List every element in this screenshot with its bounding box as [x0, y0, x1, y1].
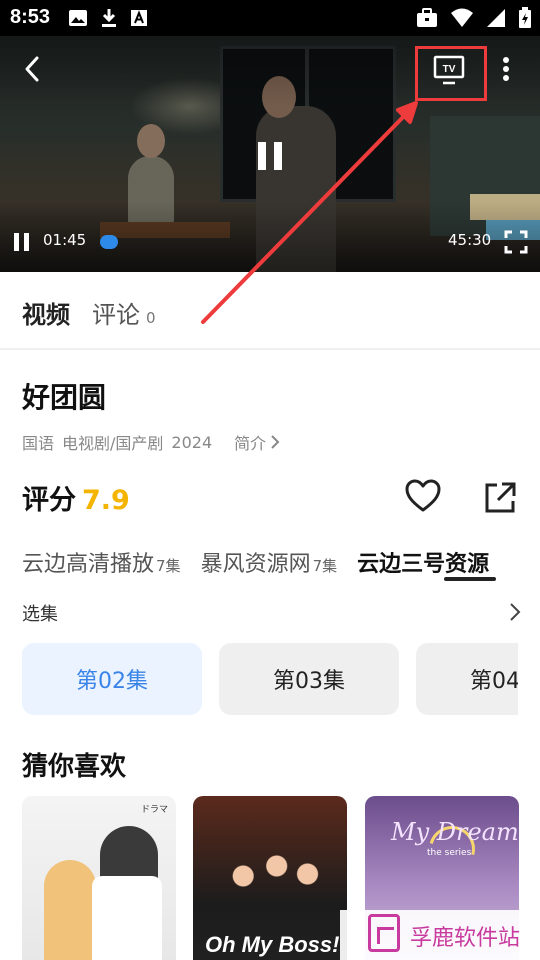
poster-tag: ドラマ: [140, 805, 168, 815]
comment-count: 0: [146, 309, 156, 327]
system-icons: [416, 7, 532, 29]
show-title: 好团圆: [22, 381, 107, 414]
show-year: 2024: [171, 432, 213, 452]
share-button[interactable]: [482, 480, 518, 516]
source-count: 7集: [156, 557, 181, 575]
notification-icons: [68, 8, 148, 28]
source-tab-1[interactable]: 云边高清播放 7集: [22, 546, 181, 578]
pause-icon: [258, 142, 282, 170]
poster-caption: Oh My Boss!: [205, 932, 340, 957]
wifi-icon: [451, 8, 473, 27]
favorite-button[interactable]: [404, 478, 442, 514]
content-tabs: 视频 评论 0: [0, 272, 540, 350]
episode-item[interactable]: 第04集: [416, 643, 518, 715]
briefcase-icon: [417, 8, 437, 27]
rating: 评分 7.9: [22, 478, 130, 517]
rating-value: 7.9: [82, 485, 130, 516]
recommend-poster[interactable]: ドラマ: [22, 796, 176, 960]
recommend-title: 猜你喜欢: [22, 752, 127, 782]
watermark-text: 孚鹿软件站: [410, 926, 521, 951]
pause-button[interactable]: [256, 140, 284, 172]
video-player[interactable]: TV 01:45 45:30: [0, 36, 540, 272]
source-name: 云边三号资源: [357, 552, 490, 577]
player-controls: 01:45 45:30: [0, 226, 540, 258]
progress-bar[interactable]: [114, 241, 434, 243]
chevron-right-icon: [510, 603, 521, 621]
poster-figure: [203, 836, 337, 936]
share-external-icon: [485, 482, 516, 513]
poster-caption: My Dream: [391, 818, 519, 846]
more-vertical-icon: [503, 57, 509, 81]
back-button[interactable]: [16, 52, 50, 86]
more-options-button[interactable]: [496, 54, 516, 88]
source-tab-3[interactable]: 云边三号资源: [357, 546, 491, 578]
episode-item[interactable]: 第03集: [219, 643, 399, 715]
status-bar: 8:53: [0, 0, 540, 36]
source-name: 暴风资源网: [200, 552, 311, 577]
tab-video[interactable]: 视频: [22, 295, 70, 330]
source-name: 云边高清播放: [22, 552, 155, 577]
recommend-poster[interactable]: Oh My Boss!: [193, 796, 347, 960]
poster-subcaption: the series: [427, 848, 472, 858]
heart-icon: [405, 479, 441, 512]
total-time: 45:30: [448, 231, 492, 249]
chevron-right-icon: [271, 435, 280, 449]
pause-icon: [14, 233, 29, 251]
download-icon: [102, 9, 116, 27]
intro-link[interactable]: 简介: [234, 430, 280, 454]
progress-knob[interactable]: [100, 235, 118, 249]
watermark-logo-icon: [368, 914, 400, 952]
rating-label: 评分: [22, 485, 76, 516]
poster-figure: [44, 860, 96, 960]
small-pause-button[interactable]: [12, 232, 32, 252]
tab-comment[interactable]: 评论 0: [92, 295, 156, 330]
episode-list: 第02集 第03集 第04集: [22, 643, 518, 715]
intro-label: 简介: [234, 434, 267, 453]
source-tab-2[interactable]: 暴风资源网 7集: [201, 546, 338, 578]
status-time: 8:53: [10, 6, 51, 28]
show-language: 国语: [22, 434, 55, 453]
poster-figure: [92, 876, 162, 960]
fullscreen-icon: [504, 230, 528, 254]
watermark: 孚鹿软件站: [340, 910, 540, 960]
source-active-indicator: [444, 577, 496, 581]
episode-item[interactable]: 第02集: [22, 643, 202, 715]
fullscreen-button[interactable]: [504, 230, 528, 254]
tab-comment-label: 评论: [92, 301, 140, 329]
image-icon: [69, 10, 87, 26]
episodes-label: 选集: [22, 604, 58, 625]
tv-highlight-box: [415, 46, 487, 101]
font-icon: [131, 10, 147, 26]
current-time: 01:45: [43, 231, 87, 249]
battery-charging-icon: [519, 7, 531, 28]
source-count: 7集: [312, 557, 338, 575]
signal-icon: [487, 9, 505, 27]
chevron-left-icon: [25, 56, 39, 82]
show-genre: 电视剧/国产剧: [62, 434, 164, 453]
episodes-more-button[interactable]: [508, 602, 522, 622]
show-meta: 国语 电视剧/国产剧 2024 简介: [22, 430, 280, 454]
